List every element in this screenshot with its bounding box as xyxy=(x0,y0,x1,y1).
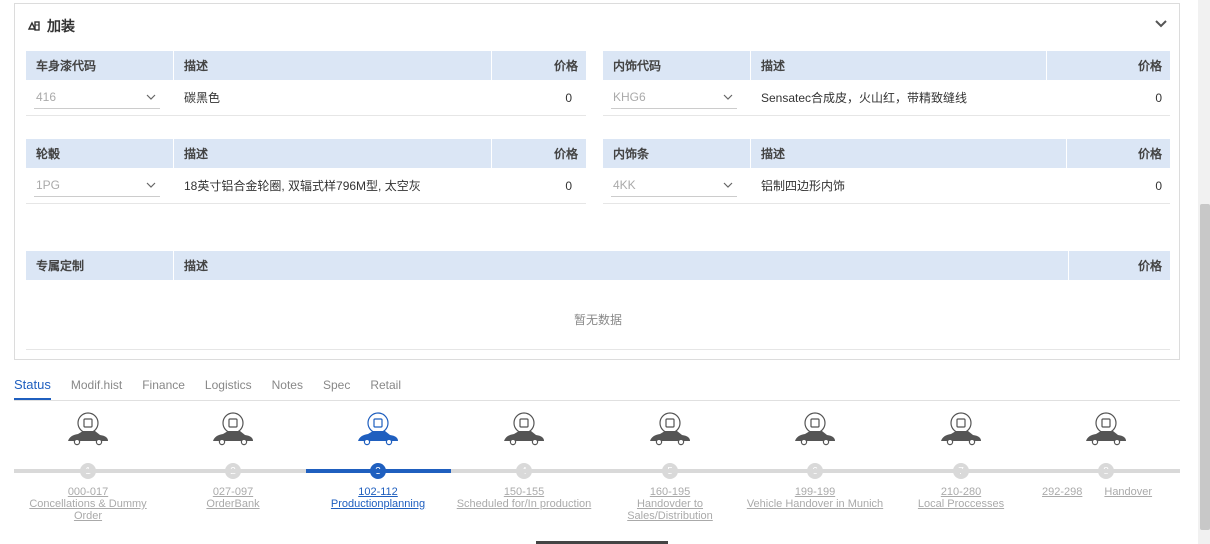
chat-check-icon xyxy=(358,412,398,446)
empty-text: 暂无数据 xyxy=(573,313,622,327)
col-wheel: 轮毂 xyxy=(26,139,174,168)
collapse-chevron-icon[interactable] xyxy=(1153,16,1169,32)
step-label-6[interactable]: 199-199 Vehicle Handover in Munich xyxy=(745,486,885,510)
chevron-down-icon xyxy=(723,182,733,188)
col-desc: 描述 xyxy=(174,251,1069,280)
paint-table: 车身漆代码 描述 价格 416 碳黑色 0 xyxy=(26,51,586,116)
table-row: KHG6 Sensatec合成皮，火山红，带精致缝线 0 xyxy=(603,80,1170,116)
panel-title: 加装 xyxy=(47,18,75,34)
wheel-desc: 18英寸铝合金轮圈, 双辐式样796M型, 太空灰 xyxy=(184,179,421,193)
handshake-icon xyxy=(650,412,690,446)
step-label-7[interactable]: 210-280 Local Proccesses xyxy=(891,486,1031,510)
step-label-1[interactable]: 000-017 Concellations & Dummy Order xyxy=(18,486,158,522)
timeline-active-segment xyxy=(306,469,451,473)
addons-panel: 加装 车身漆代码 描述 价格 416 碳黑色 0 内饰代码 描述 价格 KHG6… xyxy=(14,3,1180,360)
chevron-down-icon xyxy=(146,182,156,188)
trim-code-select[interactable]: KHG6 xyxy=(611,87,737,109)
trim-table: 内饰代码 描述 价格 KHG6 Sensatec合成皮，火山红，带精致缝线 0 xyxy=(603,51,1170,116)
col-desc: 描述 xyxy=(751,139,1067,168)
col-price: 价格 xyxy=(1137,59,1162,73)
tab-spec[interactable]: Spec xyxy=(323,376,350,400)
trim-desc: Sensatec合成皮，火山红，带精致缝线 xyxy=(761,91,968,105)
col-desc: 描述 xyxy=(174,139,492,168)
col-price: 价格 xyxy=(1137,147,1162,161)
tab-notes[interactable]: Notes xyxy=(272,376,303,400)
step-label-2[interactable]: 027-097 OrderBank xyxy=(163,486,303,510)
question-doc-icon xyxy=(504,412,544,446)
step-label-8[interactable]: 292-298 Handover xyxy=(1042,486,1174,498)
col-price: 价格 xyxy=(1137,259,1162,273)
tab-modif-hist[interactable]: Modif.hist xyxy=(71,376,122,400)
bottom-tabs: Status Modif.hist Finance Logistics Note… xyxy=(14,376,1180,401)
paint-desc: 碳黑色 xyxy=(184,91,221,105)
wheel-price: 0 xyxy=(565,178,572,193)
paint-bucket-icon xyxy=(27,21,40,31)
gear-pin-icon xyxy=(941,412,981,446)
tab-finance[interactable]: Finance xyxy=(142,376,185,400)
wheel-code-select[interactable]: 1PG xyxy=(34,175,160,197)
table-row: 4KK 铝制四边形内饰 0 xyxy=(603,168,1170,204)
scrollbar-thumb[interactable] xyxy=(1200,204,1210,530)
col-trim-code: 内饰代码 xyxy=(603,51,751,80)
col-price: 价格 xyxy=(553,147,578,161)
step-label-4[interactable]: 150-155 Scheduled for/In production xyxy=(454,486,594,510)
bank-icon xyxy=(68,412,108,446)
panel-header: 加装 xyxy=(27,16,75,36)
strip-desc: 铝制四边形内饰 xyxy=(761,179,846,193)
col-custom: 专属定制 xyxy=(26,251,174,280)
bank-icon xyxy=(213,412,253,446)
col-desc: 描述 xyxy=(751,51,1047,80)
custom-table: 专属定制 描述 价格 暂无数据 xyxy=(26,251,1170,351)
strip-code-select[interactable]: 4KK xyxy=(611,175,737,197)
delivery-icon xyxy=(1086,412,1126,446)
table-row: 1PG 18英寸铝合金轮圈, 双辐式样796M型, 太空灰 0 xyxy=(26,168,586,204)
timeline-track xyxy=(14,469,1180,473)
tab-logistics[interactable]: Logistics xyxy=(205,376,252,400)
paint-price: 0 xyxy=(565,90,572,105)
chevron-down-icon xyxy=(146,94,156,100)
strip-price: 0 xyxy=(1155,178,1162,193)
tab-retail[interactable]: Retail xyxy=(370,376,401,400)
col-price: 价格 xyxy=(553,59,578,73)
col-strip: 内饰条 xyxy=(603,139,751,168)
strip-table: 内饰条 描述 价格 4KK 铝制四边形内饰 0 xyxy=(603,139,1170,204)
chevron-down-icon xyxy=(723,94,733,100)
col-paint-code: 车身漆代码 xyxy=(26,51,174,80)
globe-icon xyxy=(795,412,835,446)
step-label-5[interactable]: 160-195 Handovder to Sales/Distribution xyxy=(600,486,740,522)
trim-price: 0 xyxy=(1155,90,1162,105)
col-desc: 描述 xyxy=(174,51,492,80)
table-row: 416 碳黑色 0 xyxy=(26,80,586,116)
paint-code-select[interactable]: 416 xyxy=(34,87,160,109)
tab-status[interactable]: Status xyxy=(14,376,51,400)
step-label-3[interactable]: 102-112 Productionplanning xyxy=(308,486,448,510)
wheel-table: 轮毂 描述 价格 1PG 18英寸铝合金轮圈, 双辐式样796M型, 太空灰 0 xyxy=(26,139,586,204)
